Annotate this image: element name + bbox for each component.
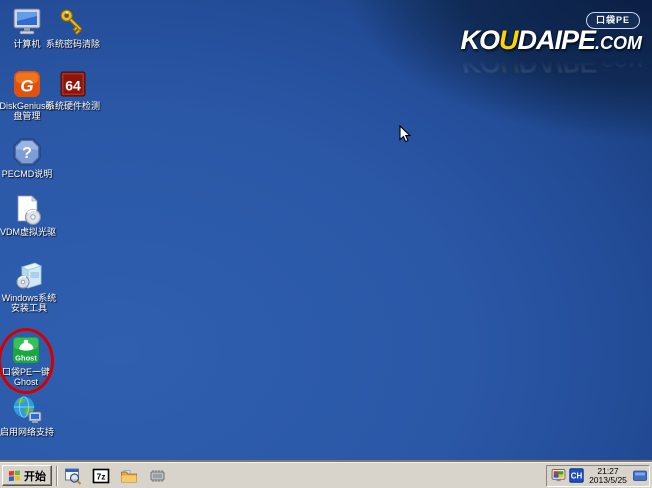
desktop-icon-enable-network[interactable]: 启用网络支持 (0, 394, 55, 437)
icon-label: 计算机 (13, 39, 40, 49)
ime-ch-icon: CH (569, 468, 584, 483)
svg-text:7z: 7z (97, 471, 106, 481)
ghost-icon: Ghost (10, 334, 42, 366)
svg-text:64: 64 (65, 78, 81, 94)
koudaipe-logo: 口袋PE KOUDAIPE.COM KOUDAIPE.COM (412, 10, 642, 78)
quicklaunch-ramdisk[interactable] (146, 465, 168, 487)
desktop-icon-password-clear[interactable]: 系统密码清除 (44, 6, 102, 49)
tray-clock[interactable]: 21:27 2013/5/25 (587, 467, 629, 485)
question-octagon-icon: ? (11, 136, 43, 168)
system-tray: CH 21:27 2013/5/25 (546, 465, 650, 487)
svg-text:?: ? (22, 145, 32, 162)
desktop-icon-ghost[interactable]: Ghost 口袋PE一键Ghost (1, 334, 51, 387)
svg-text:G: G (20, 77, 33, 96)
tray-ime-indicator[interactable]: CH (569, 468, 584, 483)
icon-label: Windows系统安装工具 (2, 293, 57, 313)
desktop-icon-windows-setup-tools[interactable]: Windows系统安装工具 (0, 260, 58, 313)
icon-label: 系统密码清除 (46, 39, 100, 49)
start-button[interactable]: 开始 (2, 465, 52, 486)
icon-label: VDM虚拟光驱 (0, 227, 56, 237)
logo-reflection: KOUDAIPE.COM (412, 47, 642, 78)
quicklaunch-7zip[interactable]: 7z (90, 465, 112, 487)
tray-display-device[interactable] (632, 468, 647, 483)
svg-text:Ghost: Ghost (15, 354, 37, 363)
hw64-icon: 64 (57, 68, 89, 100)
diskgenius-icon: G (11, 68, 43, 100)
folder-icon (120, 467, 138, 485)
7zip-icon: 7z (92, 467, 110, 485)
icon-label: 口袋PE一键Ghost (2, 367, 50, 387)
mouse-cursor (399, 125, 413, 145)
key-icon (57, 6, 89, 38)
display-icon (551, 468, 566, 483)
icon-label: 系统硬件检测 (46, 101, 100, 111)
taskbar: 开始 7z (0, 462, 652, 488)
quicklaunch-file-manager[interactable] (118, 465, 140, 487)
desktop-icon-pecmd-help[interactable]: ? PECMD说明 (0, 136, 55, 179)
tray-date: 2013/5/25 (587, 476, 629, 485)
computer-icon (11, 6, 43, 38)
pecmd-viewer-icon (64, 467, 82, 485)
tray-display-settings[interactable] (551, 468, 566, 483)
software-box-cd-icon (13, 260, 45, 292)
desktop: 口袋PE KOUDAIPE.COM KOUDAIPE.COM 计算机 (0, 0, 652, 488)
chip-icon (148, 467, 166, 485)
globe-network-icon (11, 394, 43, 426)
quicklaunch-pecmd-viewer[interactable] (62, 465, 84, 487)
desktop-icon-vdm-virtual-drive[interactable]: VDM虚拟光驱 (0, 194, 59, 237)
windows-flag-icon (8, 469, 21, 482)
svg-text:CH: CH (571, 472, 583, 481)
taskbar-divider (56, 466, 58, 486)
icon-label: PECMD说明 (2, 169, 53, 179)
desktop-icon-hardware-detect[interactable]: 64 系统硬件检测 (44, 68, 102, 111)
blue-monitor-icon (633, 470, 647, 482)
start-label: 开始 (24, 468, 46, 484)
icon-label: 启用网络支持 (0, 427, 54, 437)
document-cd-icon (12, 194, 44, 226)
